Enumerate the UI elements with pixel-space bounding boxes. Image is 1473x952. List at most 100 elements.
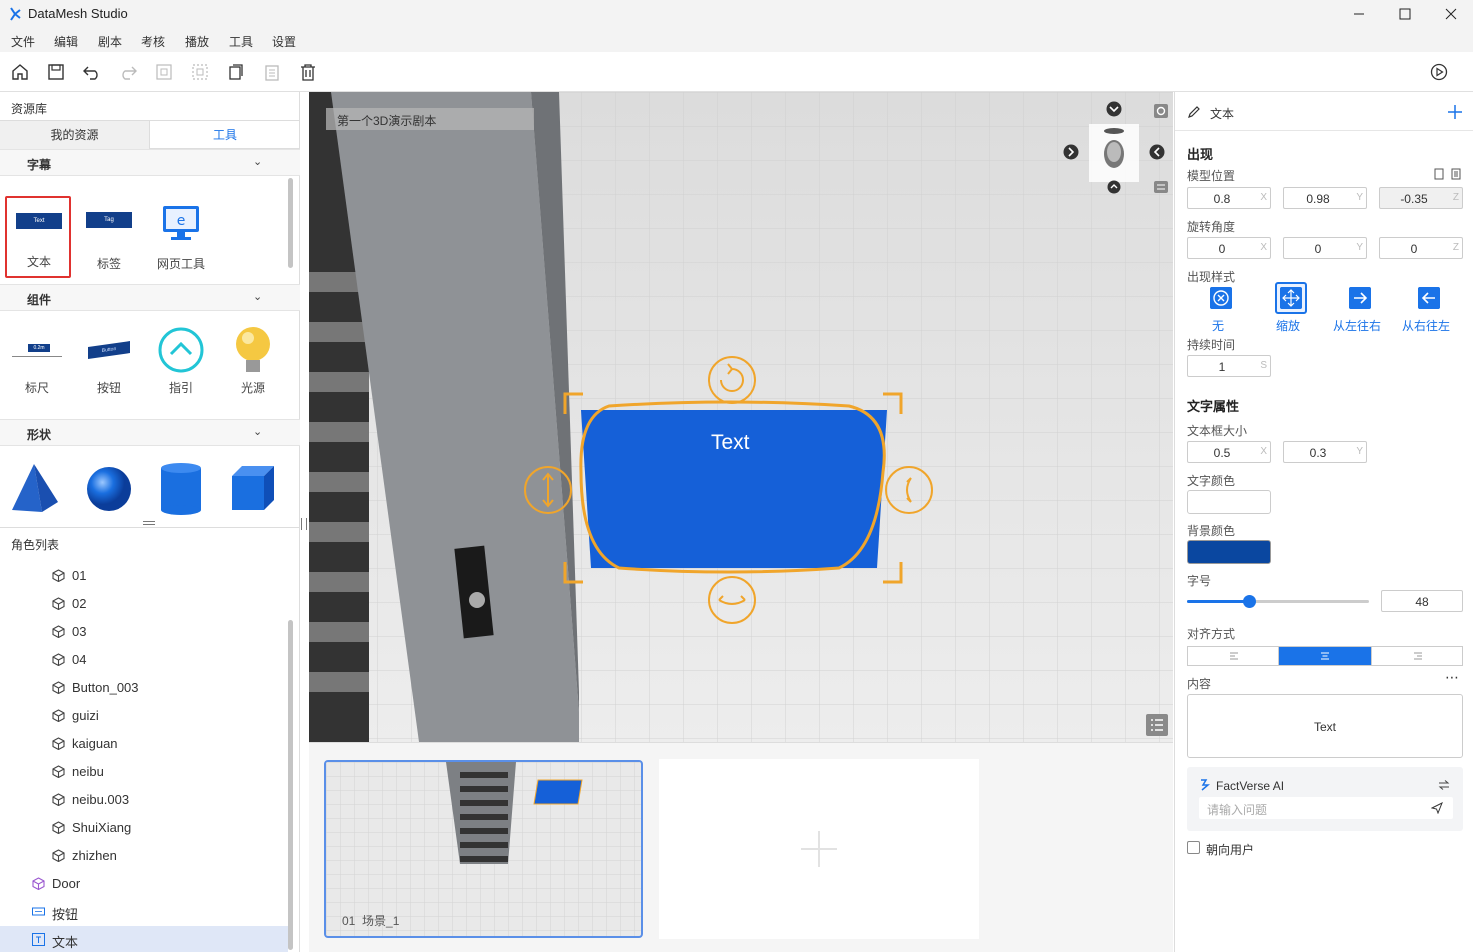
role-item[interactable]: 按钮 [0,898,288,926]
cube-shape[interactable] [228,462,278,514]
send-icon[interactable] [1431,802,1443,814]
cube-outline-icon [52,821,65,835]
more-icon[interactable]: ⋯ [1445,669,1460,686]
menu-settings[interactable]: 设置 [272,33,296,50]
sphere-shape[interactable] [84,464,134,514]
paste-icon[interactable] [262,62,282,82]
copy-icon[interactable] [226,62,246,82]
tab-tools[interactable]: 工具 [150,121,300,149]
role-item[interactable]: ShuiXiang [0,814,288,842]
minimize-button[interactable] [1336,0,1382,28]
align-right-button[interactable] [1371,647,1462,665]
text-color-swatch[interactable] [1187,490,1271,514]
font-size-slider[interactable] [1187,595,1369,608]
box-width-input[interactable]: 0.5 X [1187,441,1271,463]
role-item[interactable]: 02 [0,590,288,618]
asset-light[interactable]: 光源 [221,322,285,402]
style-none-option[interactable]: 无 [1190,287,1246,337]
style-scale-option[interactable]: 缩放 [1260,282,1316,337]
rotation-z-input[interactable]: 0Z [1379,237,1463,259]
camera-reset-icon[interactable] [1153,103,1169,119]
view-down-icon[interactable] [1106,101,1122,117]
group-icon[interactable] [154,62,174,82]
position-x-input[interactable]: 0.8 X [1187,187,1271,209]
asset-guide[interactable]: 指引 [149,322,213,402]
copy-icon[interactable] [1433,168,1445,180]
paste-icon[interactable] [1450,168,1462,180]
view-right-icon[interactable] [1063,144,1079,160]
style-left-to-right-option[interactable]: 从左往右 [1329,287,1385,337]
role-item[interactable]: neibu.003 [0,786,288,814]
role-item[interactable]: 04 [0,646,288,674]
asset-web-tool[interactable]: e 网页工具 [149,198,213,278]
font-size-input[interactable]: 48 [1381,590,1463,612]
menu-tools[interactable]: 工具 [229,33,253,50]
cylinder-shape[interactable] [156,460,206,516]
align-center-icon [1321,652,1329,660]
grid-toggle-icon[interactable] [1153,180,1169,194]
vertical-splitter-handle[interactable] [301,518,307,530]
ungroup-icon[interactable] [190,62,210,82]
close-button[interactable] [1428,0,1473,28]
duration-input[interactable]: 1S [1187,355,1271,377]
role-item[interactable]: zhizhen [0,842,288,870]
menu-bar: 文件 编辑 剧本 考核 播放 工具 设置 [0,28,1473,52]
save-icon[interactable] [46,62,66,82]
menu-play[interactable]: 播放 [185,33,209,50]
delete-icon[interactable] [298,62,318,82]
view-up-icon[interactable] [1107,180,1121,194]
undo-icon[interactable] [82,62,102,82]
library-scrollbar[interactable] [288,178,293,268]
menu-script[interactable]: 剧本 [98,33,122,50]
add-icon[interactable] [1447,104,1463,120]
face-user-checkbox[interactable] [1187,841,1200,854]
asset-ruler[interactable]: 0.2m 标尺 [5,322,69,402]
play-icon[interactable] [1429,62,1449,82]
redo-icon[interactable] [118,62,138,82]
asset-text[interactable]: Text 文本 [5,196,71,278]
role-item[interactable]: Button_003 [0,674,288,702]
position-y-input[interactable]: 0.98 Y [1283,187,1367,209]
rotation-y-input[interactable]: 0Y [1283,237,1367,259]
section-shapes[interactable]: 形状 ⌄ [0,419,300,446]
add-scene-button[interactable] [659,759,979,939]
position-z-input[interactable]: -0.35 Z [1379,187,1463,209]
role-item[interactable]: Door [0,870,288,898]
role-item[interactable]: 文本 [0,926,288,952]
align-center-button[interactable] [1279,647,1371,665]
menu-assess[interactable]: 考核 [141,33,165,50]
font-size-slider-knob[interactable] [1242,595,1256,608]
home-icon[interactable] [10,62,30,82]
asset-button[interactable]: Button 按钮 [77,322,141,402]
maximize-icon [1399,8,1411,20]
menu-file[interactable]: 文件 [11,33,35,50]
scene-viewport[interactable]: 第一个3D演示剧本 Text [309,92,1173,742]
role-item[interactable]: neibu [0,758,288,786]
box-height-input[interactable]: 0.3 Y [1283,441,1367,463]
asset-tag[interactable]: Tag 标签 [77,198,141,278]
rotation-x-input[interactable]: 0X [1187,237,1271,259]
section-components[interactable]: 组件 ⌄ [0,284,300,311]
bg-color-swatch[interactable] [1187,540,1271,564]
ai-question-input[interactable]: 请输入问题 [1199,797,1453,819]
panel-splitter[interactable] [0,518,300,528]
role-item[interactable]: 03 [0,618,288,646]
roles-scrollbar[interactable] [288,620,293,950]
tab-my-resources[interactable]: 我的资源 [0,121,150,149]
content-textarea[interactable]: Text [1187,694,1463,758]
view-left-icon[interactable] [1149,144,1165,160]
align-left-button[interactable] [1188,647,1279,665]
menu-edit[interactable]: 编辑 [54,33,78,50]
swap-icon[interactable] [1438,780,1450,790]
list-view-icon[interactable] [1146,714,1168,736]
orientation-cube[interactable] [1089,124,1139,182]
role-item[interactable]: 01 [0,562,288,590]
text-object-gizmo[interactable] [519,354,939,634]
maximize-button[interactable] [1382,0,1428,28]
role-item[interactable]: kaiguan [0,730,288,758]
role-item[interactable]: guizi [0,702,288,730]
style-right-to-left-option[interactable]: 从右往左 [1398,287,1454,337]
section-subtitles[interactable]: 字幕 ⌄ [0,149,300,176]
pyramid-shape[interactable] [8,460,62,514]
scene-card-1[interactable]: 01 场景_1 [324,760,643,938]
